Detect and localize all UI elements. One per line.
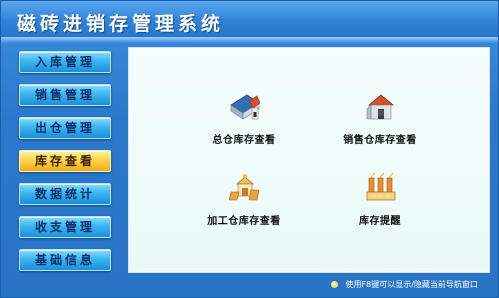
tile-label: 加工仓库存查看 <box>207 216 281 227</box>
main-window: 磁砖进销存管理系统 入库管理 销售管理 出仓管理 库存查看 数据统计 收支管理 … <box>0 0 499 298</box>
lightbulb-icon <box>331 281 338 288</box>
nav-outbound-button[interactable]: 出仓管理 <box>19 117 111 139</box>
sidebar-nav: 入库管理 销售管理 出仓管理 库存查看 数据统计 收支管理 基础信息 <box>13 47 121 279</box>
content-panel: 总仓库存查看 销售仓库存查看 加工仓库存查看 库存提醒 <box>128 47 490 273</box>
app-title: 磁砖进销存管理系统 <box>17 13 225 35</box>
title-bar: 磁砖进销存管理系统 <box>1 1 498 37</box>
warehouse-blue-roof-icon <box>229 91 261 123</box>
nav-inventory-button[interactable]: 库存查看 <box>19 150 111 172</box>
tile-inventory-alert[interactable]: 库存提醒 <box>325 172 435 236</box>
tile-label: 销售仓库存查看 <box>343 135 417 146</box>
tile-label: 库存提醒 <box>359 216 401 227</box>
status-bar: 使用F8键可以显示/隐藏当前导航窗口 <box>331 279 496 293</box>
nav-sales-button[interactable]: 销售管理 <box>19 84 111 106</box>
nav-finance-button[interactable]: 收支管理 <box>19 216 111 238</box>
tile-label: 总仓库存查看 <box>212 135 276 146</box>
title-separator <box>1 37 498 43</box>
nav-basic-info-button[interactable]: 基础信息 <box>19 249 111 271</box>
nav-inbound-button[interactable]: 入库管理 <box>19 51 111 73</box>
nav-statistics-button[interactable]: 数据统计 <box>19 183 111 205</box>
warehouse-orange-roof-icon <box>365 91 397 123</box>
status-text: 使用F8键可以显示/隐藏当前导航窗口 <box>345 280 478 289</box>
processing-house-icon <box>228 172 261 204</box>
factory-alert-icon <box>365 172 397 204</box>
tile-sales-warehouse[interactable]: 销售仓库存查看 <box>325 91 435 155</box>
tile-processing-warehouse[interactable]: 加工仓库存查看 <box>189 172 299 236</box>
tile-main-warehouse[interactable]: 总仓库存查看 <box>189 91 299 155</box>
